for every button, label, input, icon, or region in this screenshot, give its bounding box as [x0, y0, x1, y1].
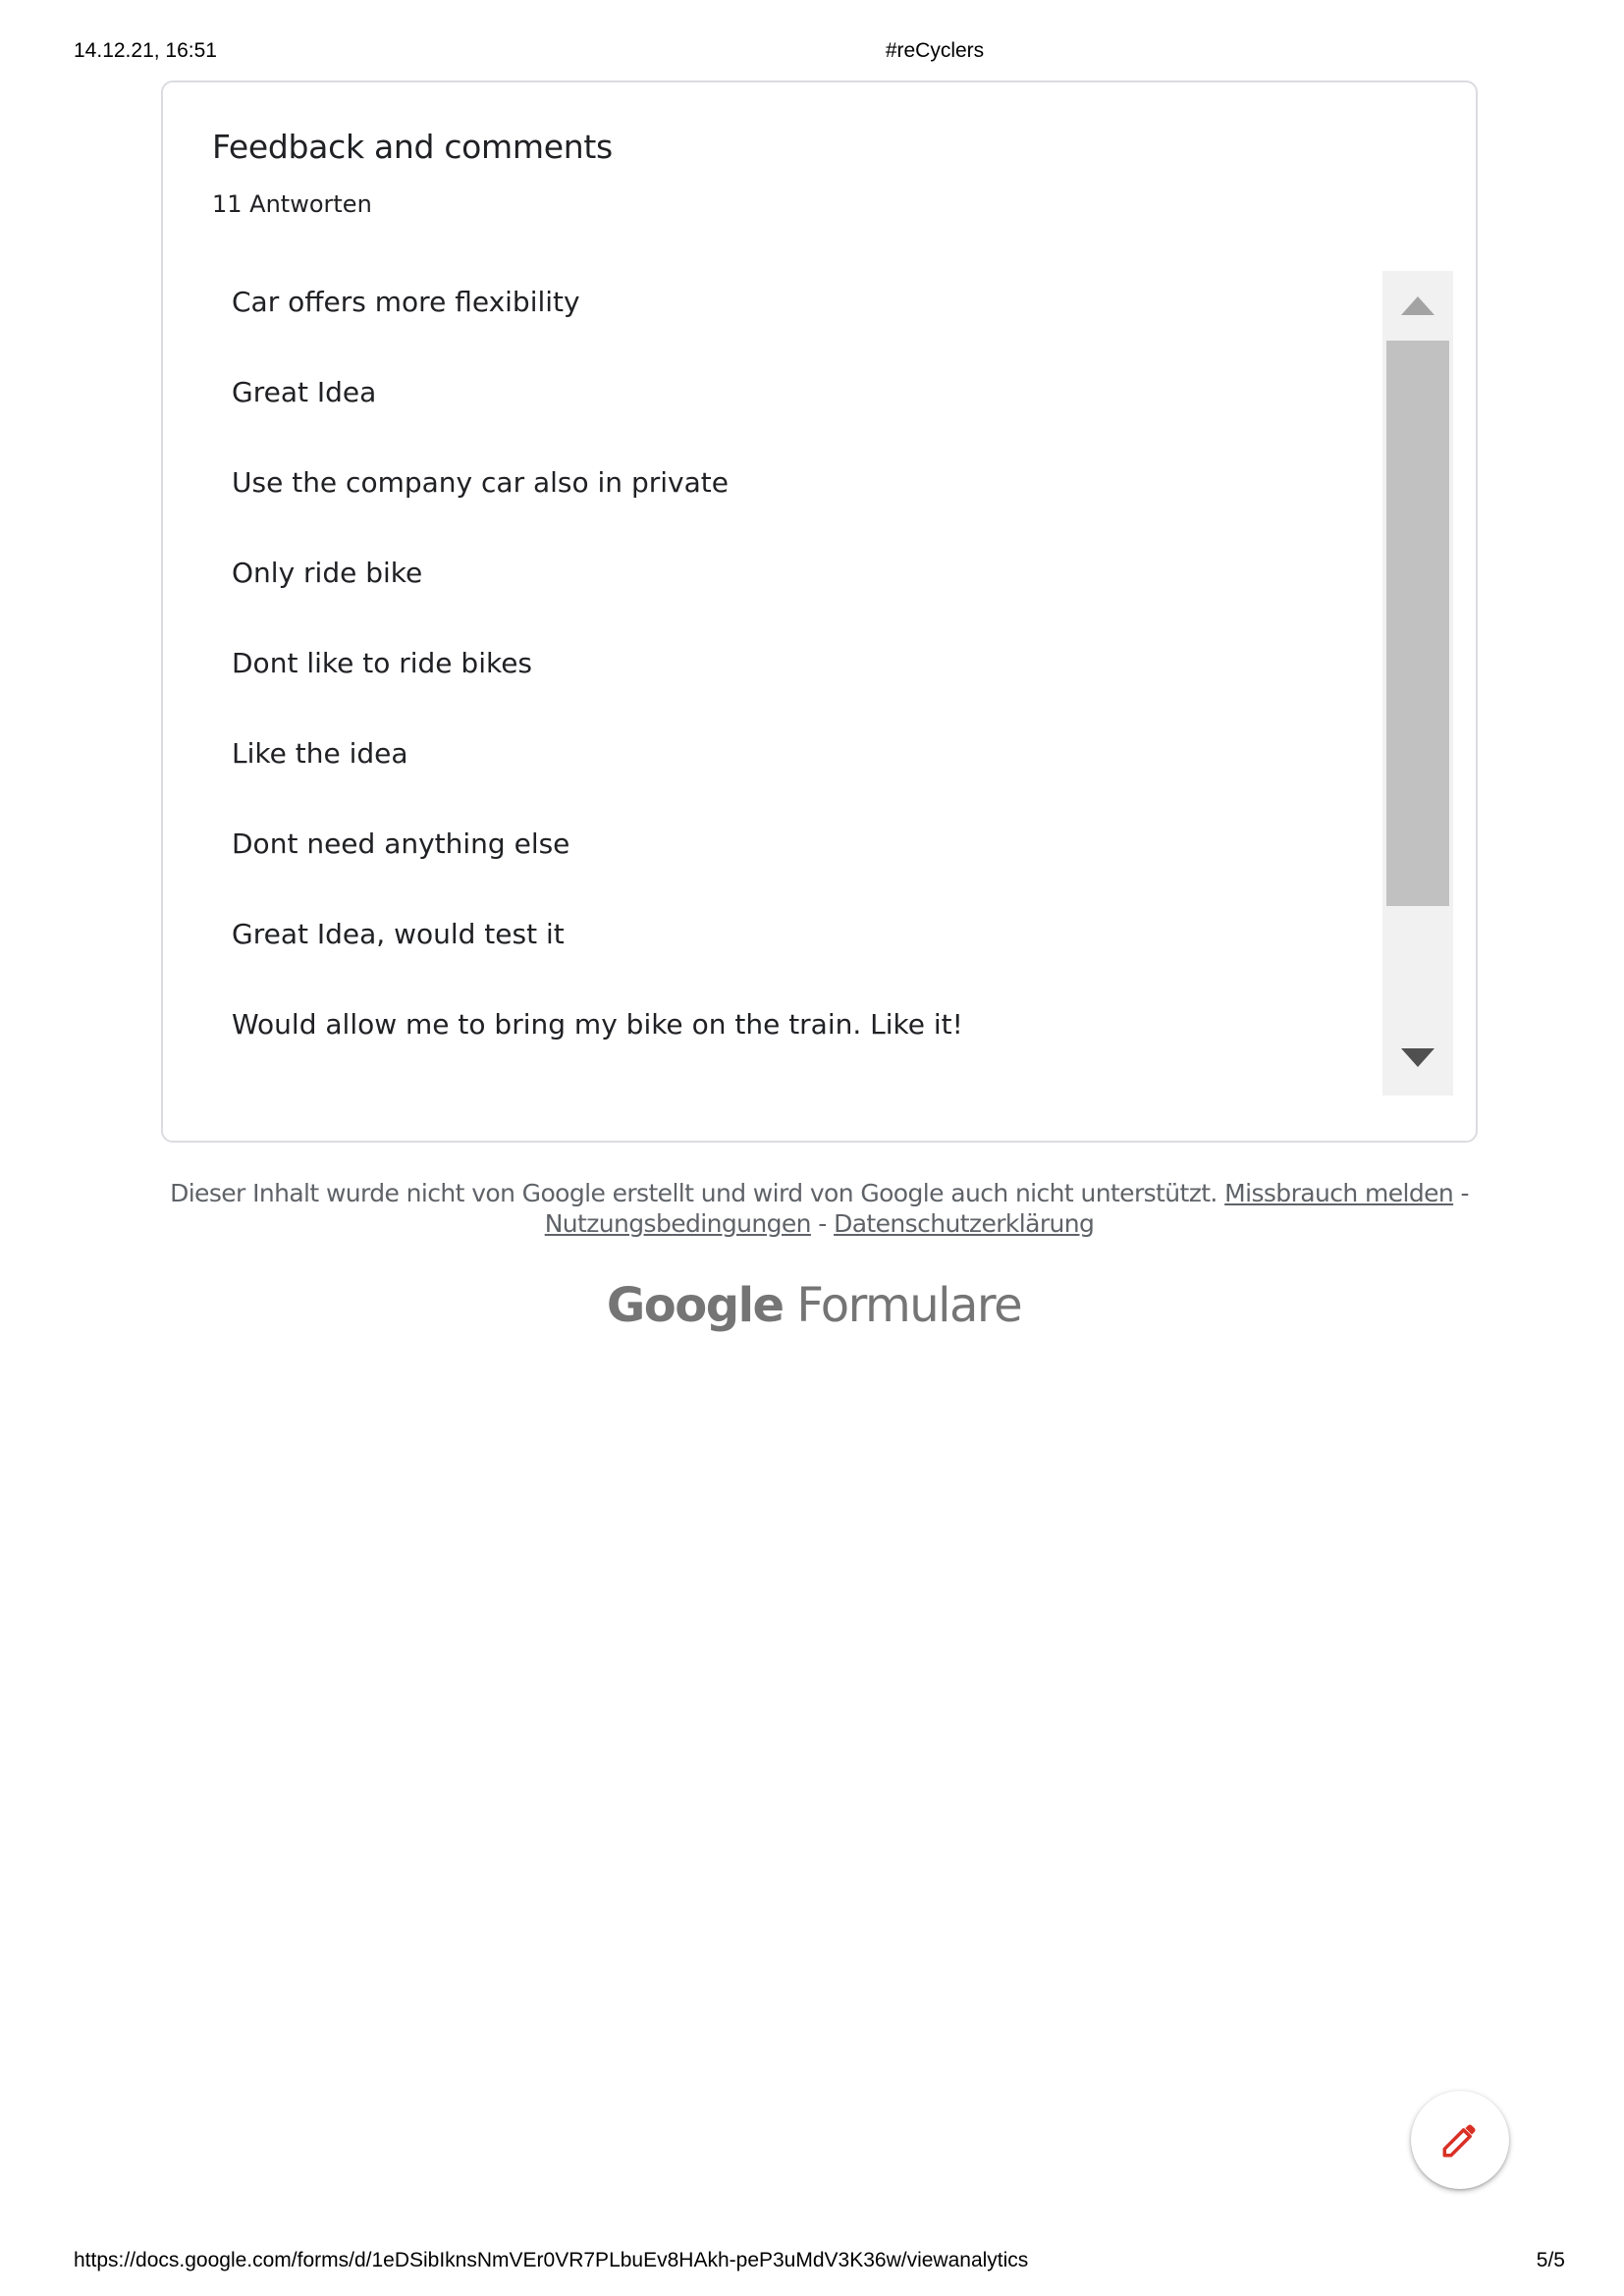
footer-disclaimer: Dieser Inhalt wurde nicht von Google ers… [161, 1178, 1478, 1239]
terms-link[interactable]: Nutzungsbedingungen [545, 1209, 812, 1238]
scroll-up-arrow-icon[interactable] [1382, 271, 1453, 340]
logo-product: Formulare [796, 1278, 1022, 1333]
response-item: Only ride bike [232, 557, 423, 589]
response-list-scrollbar[interactable] [1382, 271, 1453, 1095]
edit-button[interactable] [1411, 2091, 1509, 2189]
response-item: Like the idea [232, 737, 408, 770]
response-item: Dont need anything else [232, 828, 570, 860]
response-item: Car offers more flexibility [232, 286, 580, 318]
pencil-icon [1442, 2124, 1476, 2158]
print-footer-url: https://docs.google.com/forms/d/1eDSibIk… [74, 2249, 1029, 2271]
scrollbar-thumb[interactable] [1386, 341, 1449, 906]
response-count: 11 Antworten [212, 190, 372, 218]
response-item: Would allow me to bring my bike on the t… [232, 1008, 963, 1041]
feedback-card: Feedback and comments 11 Antworten Car o… [161, 80, 1478, 1143]
card-title: Feedback and comments [212, 128, 613, 166]
link-separator: - [818, 1209, 827, 1238]
response-item: Great Idea [232, 376, 377, 408]
print-footer-page-number: 5/5 [1536, 2249, 1565, 2271]
print-header-title: #reCyclers [885, 39, 985, 62]
disclaimer-text: Dieser Inhalt wurde nicht von Google ers… [170, 1179, 1218, 1207]
response-item: Dont like to ride bikes [232, 647, 533, 679]
response-list[interactable]: Car offers more flexibility Great Idea U… [232, 279, 1390, 1113]
privacy-link[interactable]: Datenschutzerklärung [834, 1209, 1095, 1238]
response-item: Use the company car also in private [232, 466, 729, 499]
link-separator: - [1460, 1179, 1470, 1207]
scroll-down-arrow-icon[interactable] [1382, 1027, 1453, 1095]
response-item: Great Idea, would test it [232, 918, 565, 950]
logo-brand: Google [606, 1278, 785, 1333]
report-abuse-link[interactable]: Missbrauch melden [1224, 1179, 1454, 1207]
google-forms-logo[interactable]: Google Formulare [0, 1278, 1624, 1333]
